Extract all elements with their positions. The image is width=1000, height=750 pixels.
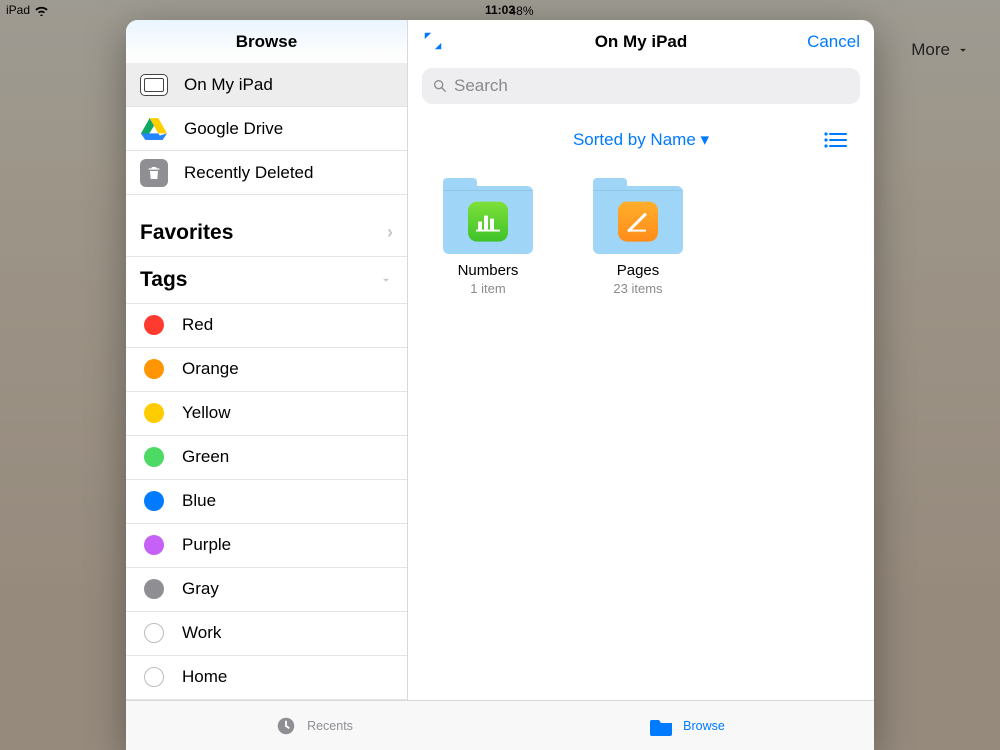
trash-icon bbox=[140, 159, 168, 187]
tags-label: Tags bbox=[140, 268, 187, 292]
tag-dot-icon bbox=[144, 359, 164, 379]
chevron-down-icon bbox=[379, 273, 393, 287]
folder-numbers[interactable]: Numbers 1 item bbox=[438, 186, 538, 296]
tag-yellow[interactable]: Yellow bbox=[126, 392, 407, 436]
clock-icon bbox=[273, 716, 299, 736]
tag-dot-icon bbox=[144, 403, 164, 423]
more-label: More bbox=[911, 40, 950, 60]
tag-ring-icon bbox=[144, 623, 164, 643]
tag-ring-icon bbox=[144, 667, 164, 687]
clock: 11:03 bbox=[0, 3, 1000, 17]
location-google-drive[interactable]: Google Drive bbox=[126, 107, 407, 151]
folder-icon bbox=[593, 186, 683, 254]
tag-dot-icon bbox=[144, 491, 164, 511]
list-view-icon[interactable] bbox=[824, 131, 848, 149]
tag-list: Red Orange Yellow Green Blue Purple Gray… bbox=[126, 304, 407, 700]
tag-label: Work bbox=[182, 623, 221, 643]
tag-label: Purple bbox=[182, 535, 231, 555]
favorites-label: Favorites bbox=[140, 221, 233, 245]
tag-label: Red bbox=[182, 315, 213, 335]
folder-grid: Numbers 1 item Pages 23 items bbox=[408, 150, 874, 332]
sidebar-title: Browse bbox=[126, 20, 407, 63]
tag-label: Home bbox=[182, 667, 227, 687]
search-icon bbox=[432, 78, 448, 94]
folder-name: Numbers bbox=[438, 262, 538, 279]
tag-dot-icon bbox=[144, 535, 164, 555]
tab-label: Browse bbox=[683, 719, 725, 733]
pages-app-icon bbox=[618, 202, 658, 242]
sort-label: Sorted by Name bbox=[573, 130, 696, 149]
more-button[interactable]: More bbox=[911, 40, 970, 60]
sort-button[interactable]: Sorted by Name ▾ bbox=[573, 130, 709, 150]
location-on-my-ipad[interactable]: On My iPad bbox=[126, 63, 407, 107]
chevron-down-icon bbox=[956, 43, 970, 57]
location-list: On My iPad Google Drive Recently Deleted bbox=[126, 63, 407, 195]
tag-orange[interactable]: Orange bbox=[126, 348, 407, 392]
tag-blue[interactable]: Blue bbox=[126, 480, 407, 524]
folder-icon bbox=[443, 186, 533, 254]
content-title: On My iPad bbox=[408, 32, 874, 52]
tag-work[interactable]: Work bbox=[126, 612, 407, 656]
location-label: On My iPad bbox=[184, 75, 273, 95]
folder-pages[interactable]: Pages 23 items bbox=[588, 186, 688, 296]
content-header: On My iPad Cancel bbox=[408, 20, 874, 64]
search-input[interactable]: Search bbox=[422, 68, 860, 104]
folder-meta: 23 items bbox=[588, 281, 688, 296]
tab-bar: Recents Browse bbox=[126, 700, 874, 750]
tag-label: Green bbox=[182, 447, 229, 467]
gdrive-icon bbox=[140, 115, 168, 143]
tag-green[interactable]: Green bbox=[126, 436, 407, 480]
tag-purple[interactable]: Purple bbox=[126, 524, 407, 568]
folder-meta: 1 item bbox=[438, 281, 538, 296]
tag-label: Blue bbox=[182, 491, 216, 511]
tag-home[interactable]: Home bbox=[126, 656, 407, 700]
tags-header[interactable]: Tags bbox=[126, 257, 407, 304]
folder-tab-icon bbox=[649, 716, 675, 736]
ipad-icon bbox=[140, 71, 168, 99]
caret-down-icon: ▾ bbox=[701, 130, 710, 149]
numbers-app-icon bbox=[468, 202, 508, 242]
location-label: Google Drive bbox=[184, 119, 283, 139]
tab-browse[interactable]: Browse bbox=[500, 701, 874, 750]
tag-dot-icon bbox=[144, 579, 164, 599]
chevron-right-icon: › bbox=[387, 222, 393, 243]
file-picker-modal: Browse On My iPad Google Drive Recen bbox=[126, 20, 874, 750]
location-label: Recently Deleted bbox=[184, 163, 313, 183]
tag-label: Yellow bbox=[182, 403, 231, 423]
tag-label: Gray bbox=[182, 579, 219, 599]
content-pane: On My iPad Cancel Search Sorted by Name … bbox=[408, 20, 874, 700]
tag-dot-icon bbox=[144, 447, 164, 467]
search-placeholder: Search bbox=[454, 76, 508, 96]
status-bar: iPad 11:03 48% bbox=[0, 0, 1000, 20]
favorites-header[interactable]: Favorites › bbox=[126, 209, 407, 256]
tag-gray[interactable]: Gray bbox=[126, 568, 407, 612]
tag-label: Orange bbox=[182, 359, 239, 379]
tag-red[interactable]: Red bbox=[126, 304, 407, 348]
tab-label: Recents bbox=[307, 719, 353, 733]
sidebar: Browse On My iPad Google Drive Recen bbox=[126, 20, 408, 700]
folder-name: Pages bbox=[588, 262, 688, 279]
tab-recents[interactable]: Recents bbox=[126, 701, 500, 750]
tag-dot-icon bbox=[144, 315, 164, 335]
cancel-button[interactable]: Cancel bbox=[807, 32, 860, 52]
location-recently-deleted[interactable]: Recently Deleted bbox=[126, 151, 407, 195]
